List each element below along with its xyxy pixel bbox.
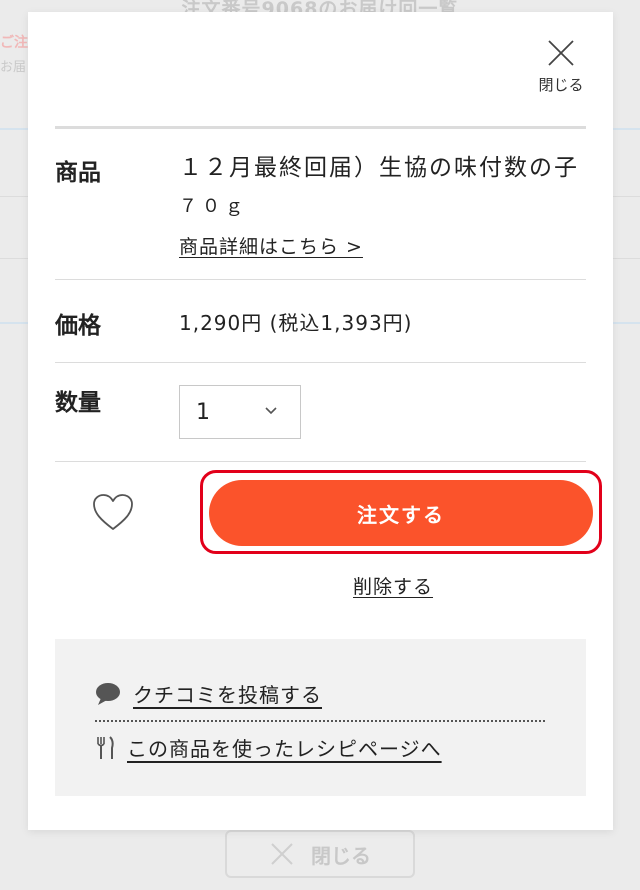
product-row: 商品 １２月最終回届）生協の味付数の子 ７０ｇ 商品詳細はこちら > — [55, 129, 586, 280]
background-close-label: 閉じる — [311, 843, 371, 868]
chevron-down-icon — [265, 407, 277, 415]
recipe-link-text: この商品を使ったレシピページへ — [127, 737, 442, 761]
price-value: 1,290円 (税込1,393円) — [179, 310, 413, 335]
action-row: 注文する 削除する — [55, 462, 602, 622]
close-button[interactable]: 閉じる — [531, 34, 591, 104]
close-icon — [271, 843, 293, 865]
delete-link[interactable]: 削除する — [353, 572, 433, 599]
close-label: 閉じる — [538, 76, 584, 94]
product-size: ７０ｇ — [179, 196, 248, 217]
quantity-row: 数量 1 — [55, 363, 586, 462]
fork-knife-icon — [97, 735, 114, 759]
price-row: 価格 1,290円 (税込1,393円) — [55, 280, 586, 363]
related-links-box: クチコミを投稿する この商品を使ったレシピページへ — [55, 639, 586, 796]
price-label: 価格 — [55, 313, 101, 339]
review-link-text: クチコミを投稿する — [133, 683, 322, 707]
links-divider — [95, 720, 545, 722]
review-link[interactable]: クチコミを投稿する — [95, 679, 322, 708]
product-name: １２月最終回届）生協の味付数の子 — [179, 155, 579, 181]
product-label: 商品 — [55, 160, 101, 186]
quantity-label: 数量 — [55, 390, 101, 416]
heart-icon[interactable] — [91, 492, 135, 532]
close-icon — [548, 40, 574, 66]
background-notice-sub: お届 — [0, 60, 27, 75]
order-button[interactable]: 注文する — [209, 480, 593, 546]
product-modal: 閉じる 商品 １２月最終回届）生協の味付数の子 ７０ｇ 商品詳細はこちら > 価… — [28, 12, 613, 830]
background-close-button[interactable]: 閉じる — [225, 830, 415, 878]
recipe-link[interactable]: この商品を使ったレシピページへ — [95, 733, 442, 762]
product-detail-link[interactable]: 商品詳細はこちら > — [179, 232, 363, 259]
product-details: 商品 １２月最終回届）生協の味付数の子 ７０ｇ 商品詳細はこちら > 価格 1,… — [55, 126, 602, 622]
background-notice: ご注 — [0, 35, 28, 51]
quantity-select[interactable]: 1 — [179, 385, 301, 439]
speech-bubble-icon — [96, 682, 120, 705]
quantity-value: 1 — [196, 399, 210, 425]
